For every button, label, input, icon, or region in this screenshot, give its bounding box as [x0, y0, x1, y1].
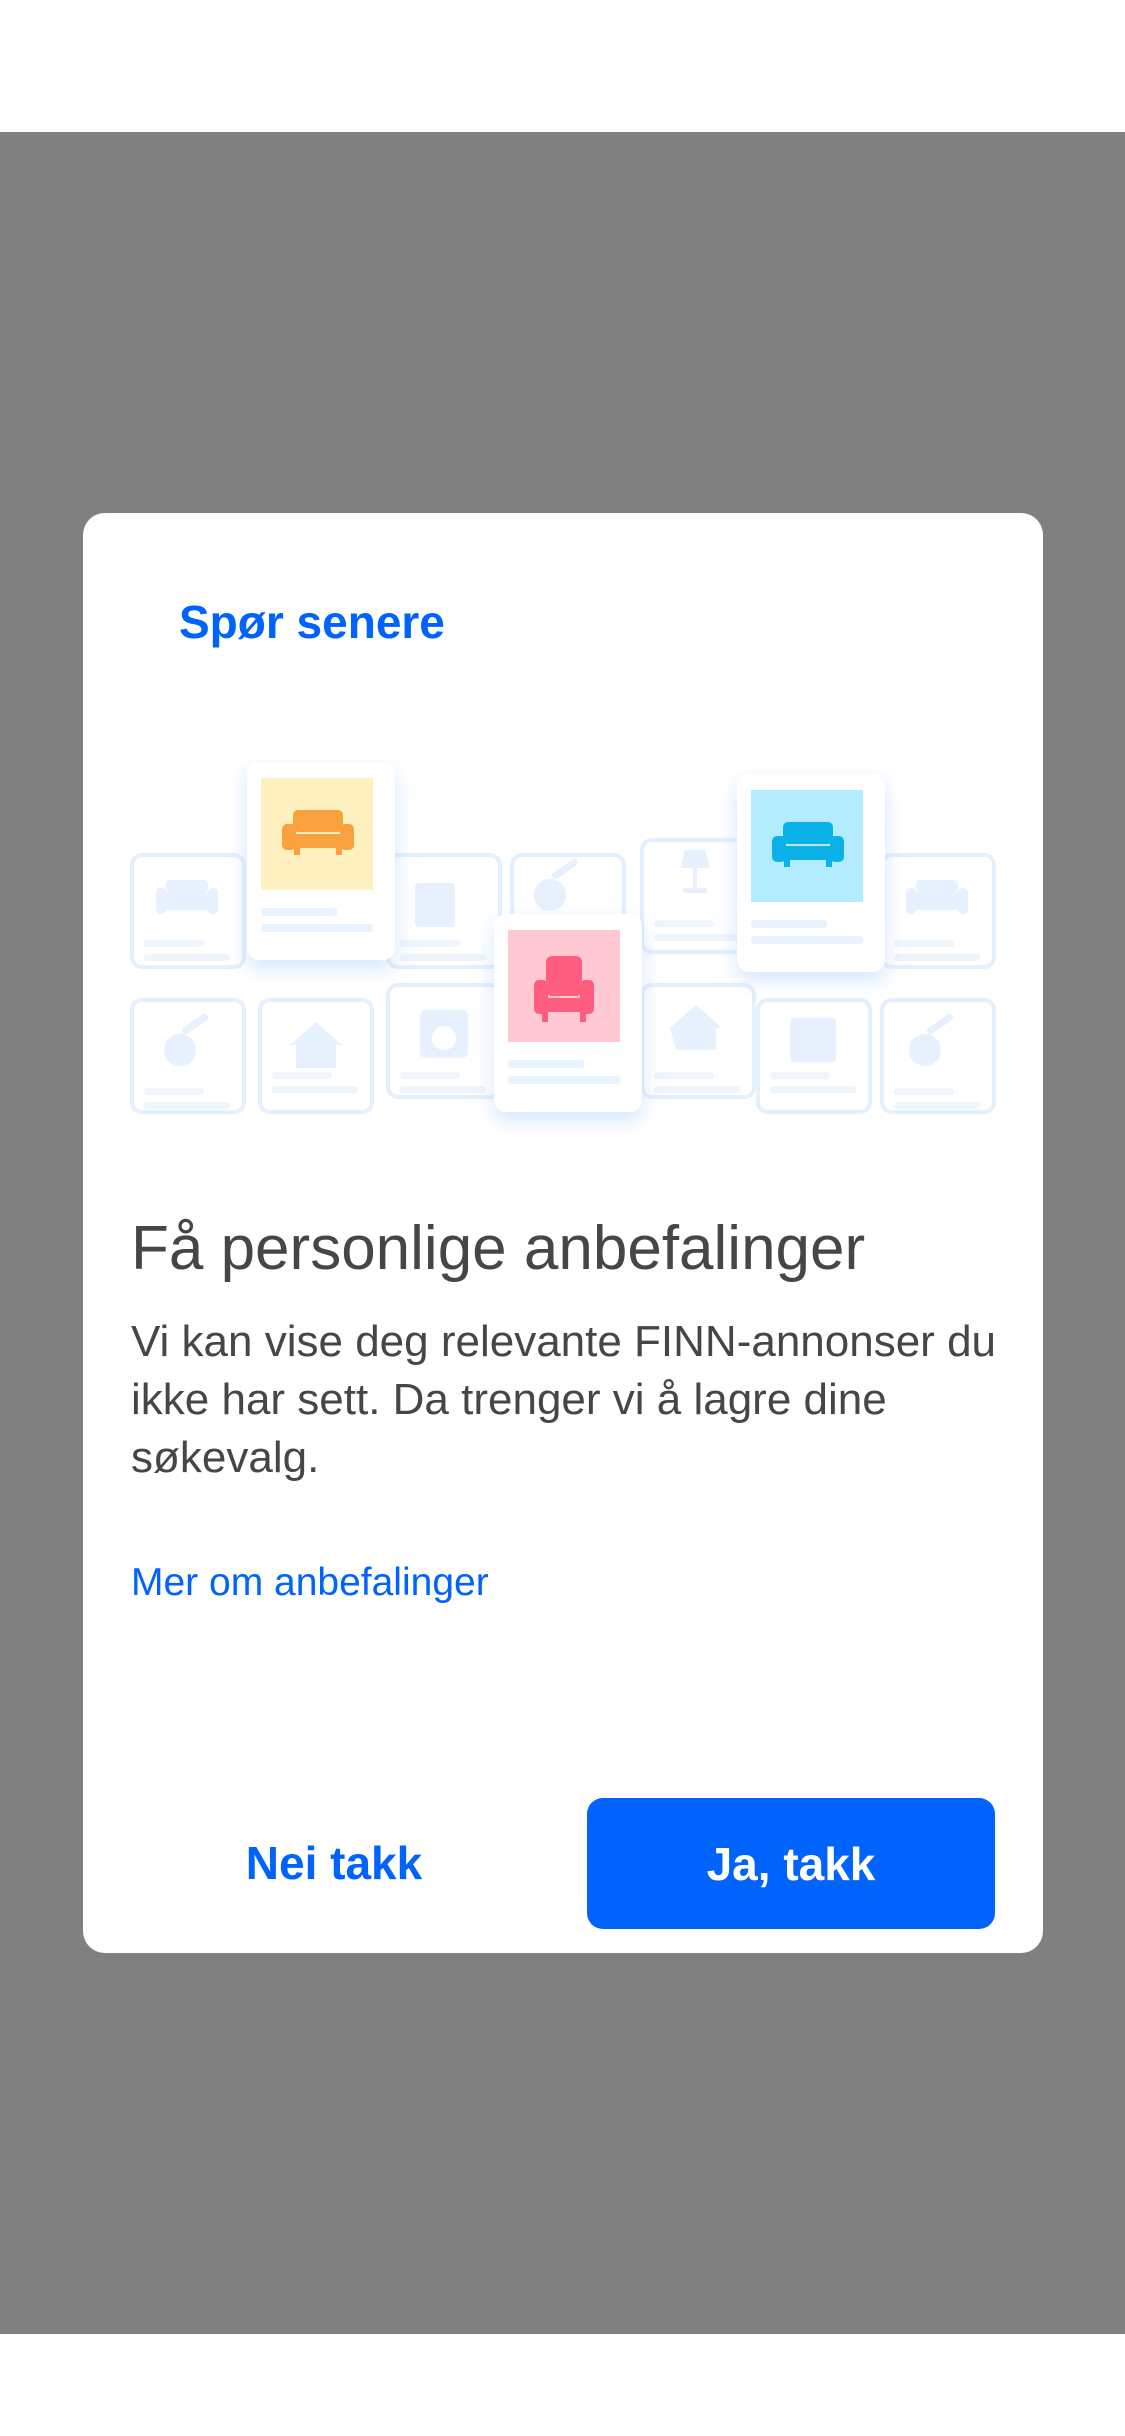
- sofa-icon: [156, 880, 218, 914]
- ask-later-button[interactable]: Spør senere: [179, 595, 445, 649]
- recommendations-illustration: [130, 762, 996, 1114]
- guitar-icon: [164, 1013, 209, 1066]
- guitar-icon: [534, 858, 579, 911]
- decline-button[interactable]: Nei takk: [131, 1798, 537, 1928]
- dresser-icon: [415, 883, 455, 927]
- recommendations-dialog: Spør senere Få personlige anbefalinger V…: [83, 513, 1043, 1953]
- home-indicator-area: [0, 2334, 1125, 2436]
- featured-listing-card: [247, 762, 395, 960]
- house-icon: [290, 1022, 342, 1068]
- dialog-title: Få personlige anbefalinger: [131, 1214, 866, 1283]
- sofa-icon: [906, 880, 968, 914]
- more-about-recommendations-link[interactable]: Mer om anbefalinger: [131, 1561, 489, 1605]
- house-icon: [670, 1005, 722, 1050]
- dialog-body: Vi kan vise deg relevante FINN-annonser …: [131, 1317, 997, 1482]
- featured-listing-card: [737, 774, 885, 972]
- dresser-icon: [790, 1018, 836, 1062]
- lamp-icon: [680, 850, 710, 893]
- accept-button[interactable]: Ja, takk: [587, 1798, 995, 1929]
- guitar-icon: [909, 1013, 954, 1066]
- featured-listing-card: [494, 914, 642, 1112]
- status-bar: [0, 0, 1125, 132]
- washing-machine-icon: [420, 1010, 468, 1058]
